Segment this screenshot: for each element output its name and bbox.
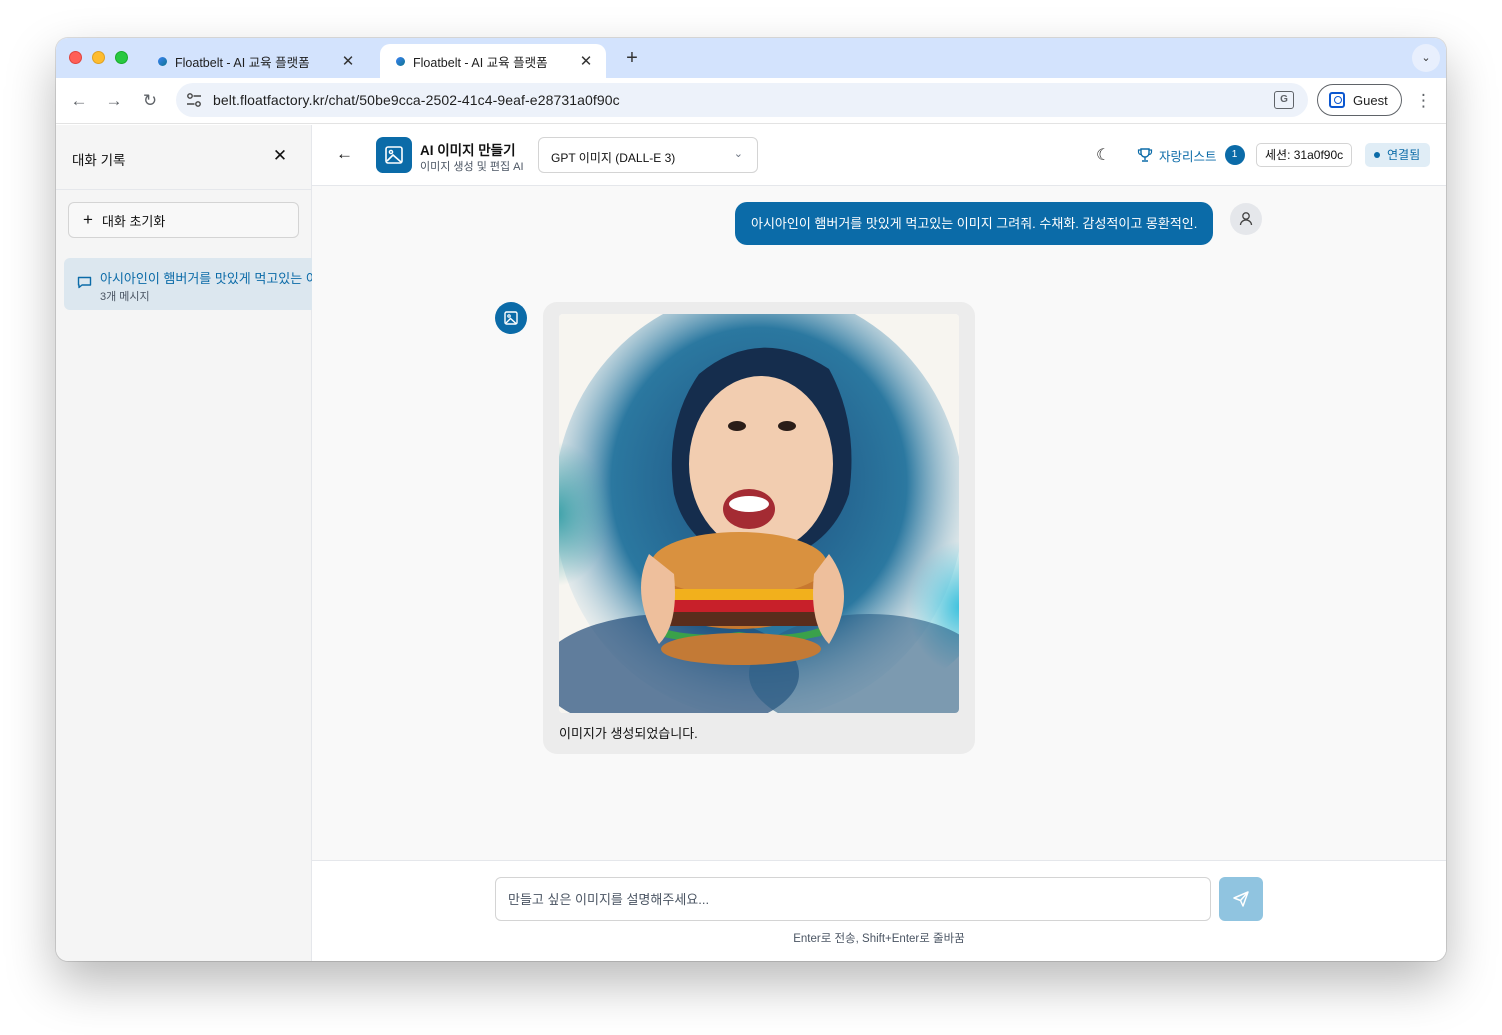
browser-tab-1[interactable]: Floatbelt - AI 교육 플랫폼 ✕ [142, 44, 368, 78]
user-message: 아시아인이 햄버거를 맛있게 먹고있는 이미지 그려줘. 수채화. 감성적이고 … [735, 202, 1214, 245]
browser-window: Floatbelt - AI 교육 플랫폼 ✕ Floatbelt - AI 교… [56, 38, 1446, 961]
send-icon [1233, 891, 1249, 907]
chevron-down-icon: ⌄ [733, 148, 743, 160]
profile-label: Guest [1353, 92, 1388, 108]
favorites-label: 자랑리스트 [1159, 149, 1217, 164]
profile-button[interactable]: Guest [1317, 84, 1402, 116]
new-tab-icon[interactable]: + [622, 47, 642, 69]
input-hint: Enter로 전송, Shift+Enter로 줄바꿈 [793, 933, 965, 945]
tab-strip: Floatbelt - AI 교육 플랫폼 ✕ Floatbelt - AI 교… [56, 38, 1446, 78]
url-text: belt.floatfactory.kr/chat/50be9cca-2502-… [213, 92, 620, 108]
conversation-message-count: 3개 메시지 [100, 291, 150, 303]
forward-icon[interactable]: → [103, 90, 125, 112]
close-window-button[interactable] [69, 51, 82, 64]
close-tab-icon[interactable]: ✕ [340, 52, 356, 70]
translate-icon[interactable]: G [1274, 91, 1294, 109]
bot-message-text: 이미지가 생성되었습니다. [559, 726, 698, 741]
sidebar-header: 대화 기록 ✕ [56, 125, 311, 190]
bot-avatar-icon [495, 302, 527, 334]
reload-icon[interactable]: ↻ [139, 90, 161, 112]
conversation-item[interactable]: 아시아인이 햄버거를 맛있게 먹고있는 이미지 3개 메시지 [64, 258, 312, 310]
plus-icon: + [83, 210, 93, 229]
browser-tab-2[interactable]: Floatbelt - AI 교육 플랫폼 ✕ [380, 44, 606, 78]
image-app-icon [376, 137, 412, 173]
generated-image[interactable] [559, 314, 959, 713]
app: 대화 기록 ✕ + 대화 초기화 아시아인이 햄버거를 맛있게 먹고있는 이미지… [56, 125, 1446, 961]
tab-search-chevron-icon[interactable]: ⌄ [1412, 44, 1440, 72]
user-avatar-icon [1230, 203, 1262, 235]
message-icon [77, 276, 92, 289]
browser-menu-icon[interactable]: ⋮ [1415, 90, 1432, 112]
dark-mode-toggle-icon[interactable]: ☾ [1096, 145, 1110, 165]
close-sidebar-icon[interactable]: ✕ [270, 146, 290, 166]
minimize-window-button[interactable] [92, 51, 105, 64]
favicon-icon [158, 56, 167, 66]
reset-chat-label: 대화 초기화 [101, 213, 166, 229]
back-icon[interactable]: ← [68, 90, 90, 112]
maximize-window-button[interactable] [115, 51, 128, 64]
favorites-count-badge: 1 [1224, 145, 1245, 165]
address-bar[interactable]: belt.floatfactory.kr/chat/50be9cca-2502-… [176, 83, 1308, 117]
trophy-icon [1137, 148, 1153, 162]
browser-toolbar: ← → ↻ belt.floatfactory.kr/chat/50be9cca… [56, 78, 1446, 124]
send-button[interactable] [1219, 877, 1263, 921]
chat-main: ← AI 이미지 만들기 이미지 생성 및 편집 AI GPT 이미지 (DAL… [312, 125, 1446, 961]
conversation-title: 아시아인이 햄버거를 맛있게 먹고있는 이미지 [100, 271, 312, 286]
tab-title: Floatbelt - AI 교육 플랫폼 [175, 55, 310, 70]
model-select-value: GPT 이미지 (DALL-E 3) [551, 151, 676, 165]
close-tab-icon[interactable]: ✕ [578, 52, 594, 70]
bot-message: 이미지가 생성되었습니다. [543, 302, 975, 754]
session-badge: 세션: 31a0f90c [1256, 143, 1353, 167]
sidebar: 대화 기록 ✕ + 대화 초기화 아시아인이 햄버거를 맛있게 먹고있는 이미지… [56, 125, 312, 961]
profile-icon [1329, 92, 1345, 108]
sidebar-title: 대화 기록 [72, 153, 126, 168]
model-select[interactable]: GPT 이미지 (DALL-E 3) ⌄ [538, 137, 758, 173]
tab-title: Floatbelt - AI 교육 플랫폼 [413, 55, 548, 70]
connection-status-badge: 연결됨 [1365, 143, 1431, 167]
favorites-link[interactable]: 자랑리스트 1 [1137, 145, 1245, 165]
reset-chat-button[interactable]: + 대화 초기화 [68, 202, 299, 238]
prompt-input[interactable] [495, 877, 1211, 921]
favicon-icon [396, 56, 405, 66]
back-arrow-icon[interactable]: ← [336, 144, 353, 164]
chat-header: ← AI 이미지 만들기 이미지 생성 및 편집 AI GPT 이미지 (DAL… [312, 125, 1446, 186]
app-subtitle: 이미지 생성 및 편집 AI [420, 161, 524, 173]
app-title: AI 이미지 만들기 [420, 143, 516, 158]
site-settings-icon[interactable] [186, 92, 202, 108]
composer: Enter로 전송, Shift+Enter로 줄바꿈 [312, 860, 1446, 961]
